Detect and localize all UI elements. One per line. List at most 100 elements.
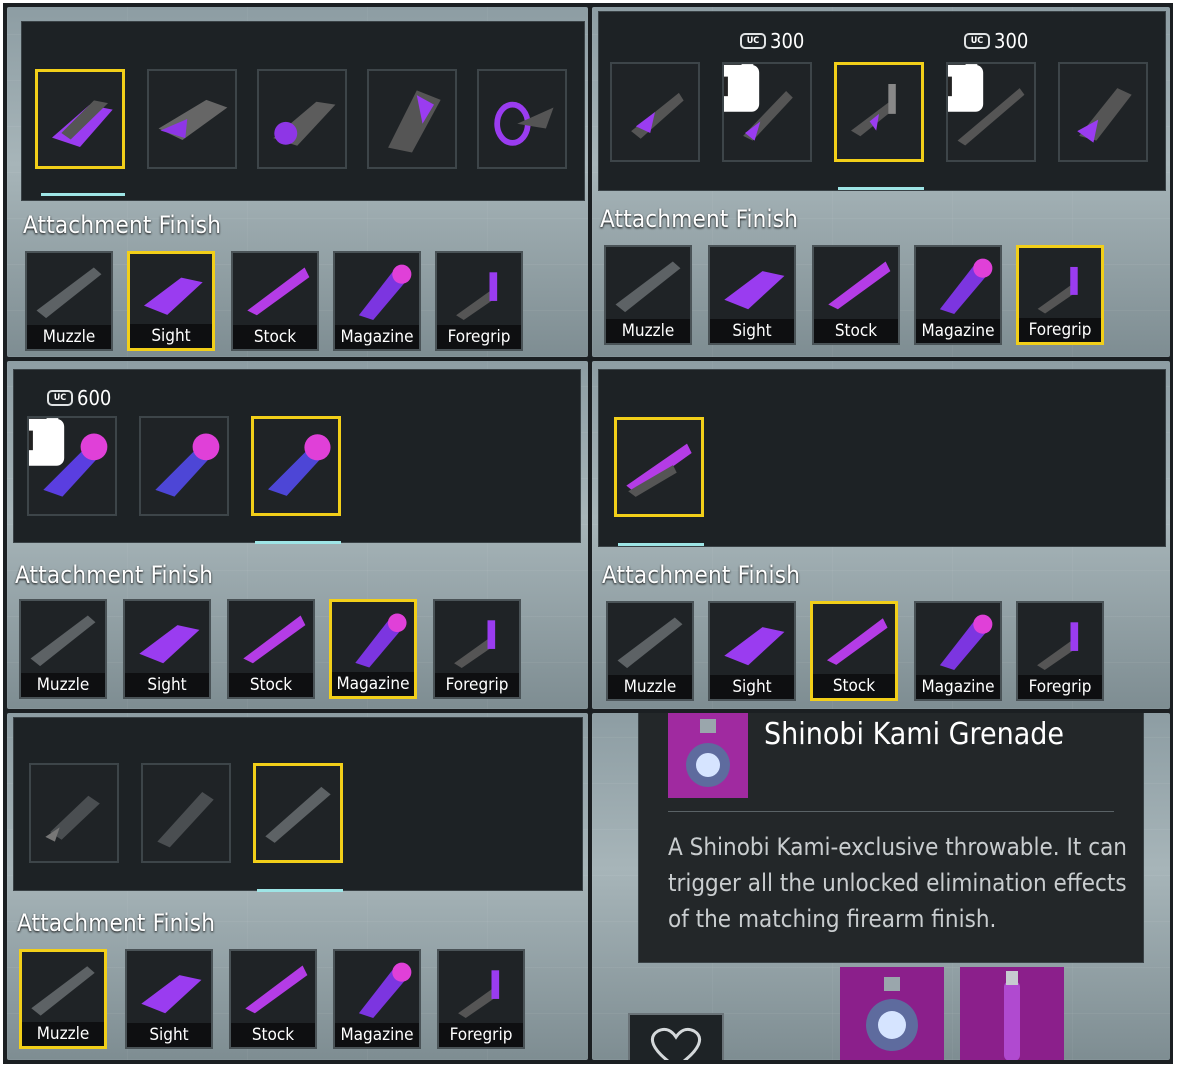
- category-magazine[interactable]: Magazine: [914, 601, 1002, 701]
- panel-sight: Attachment Finish Muzzle Sight Stock Mag…: [7, 7, 588, 357]
- panel-foregrip: UC 300 UC 300 Attachment Finish Muzzle Sig…: [592, 7, 1170, 357]
- muzzle-icon: [31, 966, 95, 1016]
- finish-option[interactable]: [29, 763, 119, 863]
- muzzle-item-icon: [45, 795, 100, 842]
- foregrip-icon: [1037, 266, 1078, 314]
- foregrip-item-icon: [631, 92, 684, 139]
- category-sight[interactable]: Sight: [708, 245, 796, 345]
- grenade-icon: [686, 719, 730, 787]
- foregrip-item-icon: [851, 84, 896, 137]
- lock-icon: [948, 64, 984, 112]
- category-sight[interactable]: Sight: [708, 601, 796, 701]
- category-muzzle[interactable]: Muzzle: [606, 601, 694, 701]
- muzzle-icon: [36, 267, 102, 319]
- category-magazine[interactable]: Magazine: [914, 245, 1002, 345]
- category-foregrip[interactable]: Foregrip: [1016, 601, 1104, 701]
- category-stock[interactable]: Stock: [229, 949, 317, 1049]
- muzzle-icon: [615, 261, 681, 313]
- finish-option[interactable]: [257, 69, 347, 169]
- stock-item-icon: [626, 443, 692, 497]
- lock-icon: [29, 418, 65, 466]
- finish-option[interactable]: [367, 69, 457, 169]
- category-foregrip[interactable]: Foregrip: [1016, 245, 1104, 345]
- sight-item-icon: [388, 90, 441, 153]
- finish-option-selected[interactable]: [253, 763, 343, 863]
- sight-item-icon: [52, 100, 113, 147]
- price-tag: UC 600: [47, 386, 111, 410]
- finish-option-selected[interactable]: [614, 417, 704, 517]
- category-sight[interactable]: Sight: [127, 251, 215, 351]
- magazine-item-icon: [268, 434, 331, 496]
- category-stock[interactable]: Stock: [810, 601, 898, 701]
- category-muzzle[interactable]: Muzzle: [604, 245, 692, 345]
- uc-currency-icon: UC: [47, 390, 73, 406]
- category-magazine[interactable]: Magazine: [329, 599, 417, 699]
- scroll-indicator: [618, 543, 704, 546]
- finish-option-selected[interactable]: [834, 62, 924, 162]
- sight-item-icon: [494, 101, 554, 146]
- stock-icon: [243, 615, 306, 664]
- category-muzzle[interactable]: Muzzle: [19, 599, 107, 699]
- heart-icon: [650, 1027, 702, 1060]
- lock-icon: [724, 64, 760, 112]
- foregrip-item-icon: [1077, 88, 1132, 143]
- magazine-item-icon: [155, 433, 220, 497]
- preview-tile-throwable[interactable]: [960, 967, 1064, 1060]
- section-title: Attachment Finish: [23, 211, 222, 239]
- finish-option-locked[interactable]: [722, 62, 812, 162]
- finish-option-selected[interactable]: [251, 416, 341, 516]
- foregrip-icon: [456, 272, 498, 321]
- category-magazine[interactable]: Magazine: [333, 949, 421, 1049]
- finish-option[interactable]: [610, 62, 700, 162]
- scroll-indicator: [41, 193, 125, 196]
- category-stock[interactable]: Stock: [231, 251, 319, 351]
- category-sight[interactable]: Sight: [125, 949, 213, 1049]
- grenade-thumbnail: [668, 713, 748, 798]
- scroll-indicator: [838, 187, 924, 190]
- sight-icon: [724, 271, 785, 310]
- finish-option[interactable]: [147, 69, 237, 169]
- sight-item-icon: [273, 101, 336, 146]
- sight-icon: [139, 625, 200, 664]
- magazine-icon: [939, 258, 993, 315]
- scroll-indicator: [255, 541, 341, 544]
- screenshot-collage: Attachment Finish Muzzle Sight Stock Mag…: [3, 3, 1173, 1064]
- panel-stock: Attachment Finish Muzzle Sight Stock Mag…: [592, 361, 1170, 709]
- finish-option[interactable]: [477, 69, 567, 169]
- magazine-icon: [358, 962, 412, 1019]
- finish-option[interactable]: [1058, 62, 1148, 162]
- section-title: Attachment Finish: [602, 561, 801, 589]
- canister-icon: [1004, 971, 1020, 1060]
- magazine-icon: [939, 614, 993, 671]
- sight-icon: [724, 627, 785, 666]
- section-title: Attachment Finish: [15, 561, 214, 589]
- category-foregrip[interactable]: Foregrip: [437, 949, 525, 1049]
- favorite-button[interactable]: [628, 1013, 724, 1060]
- category-magazine[interactable]: Magazine: [333, 251, 421, 351]
- uc-currency-icon: UC: [964, 33, 990, 49]
- category-muzzle[interactable]: Muzzle: [25, 251, 113, 351]
- price-tag: UC 300: [740, 29, 804, 53]
- section-title: Attachment Finish: [600, 205, 799, 233]
- category-stock[interactable]: Stock: [227, 599, 315, 699]
- category-foregrip[interactable]: Foregrip: [433, 599, 521, 699]
- finish-option-locked[interactable]: [27, 416, 117, 516]
- foregrip-icon: [454, 620, 496, 669]
- divider: [668, 811, 1114, 812]
- stock-icon: [245, 965, 308, 1014]
- category-foregrip[interactable]: Foregrip: [435, 251, 523, 351]
- category-sight[interactable]: Sight: [123, 599, 211, 699]
- finish-option-locked[interactable]: [946, 62, 1036, 162]
- panel-muzzle: Attachment Finish Muzzle Sight Stock Mag…: [7, 713, 588, 1060]
- category-muzzle[interactable]: Muzzle: [19, 949, 107, 1049]
- category-stock[interactable]: Stock: [812, 245, 900, 345]
- stock-icon: [828, 261, 891, 310]
- preview-tile-grenade[interactable]: [840, 967, 944, 1060]
- panel-magazine: UC 600 Attachment Finish Muzzle Sight Sto…: [7, 361, 588, 709]
- finish-option[interactable]: [141, 763, 231, 863]
- finish-option-selected[interactable]: [35, 69, 125, 169]
- stock-icon: [826, 618, 888, 665]
- finish-option[interactable]: [139, 416, 229, 516]
- muzzle-icon: [617, 617, 683, 669]
- sight-icon: [141, 975, 202, 1014]
